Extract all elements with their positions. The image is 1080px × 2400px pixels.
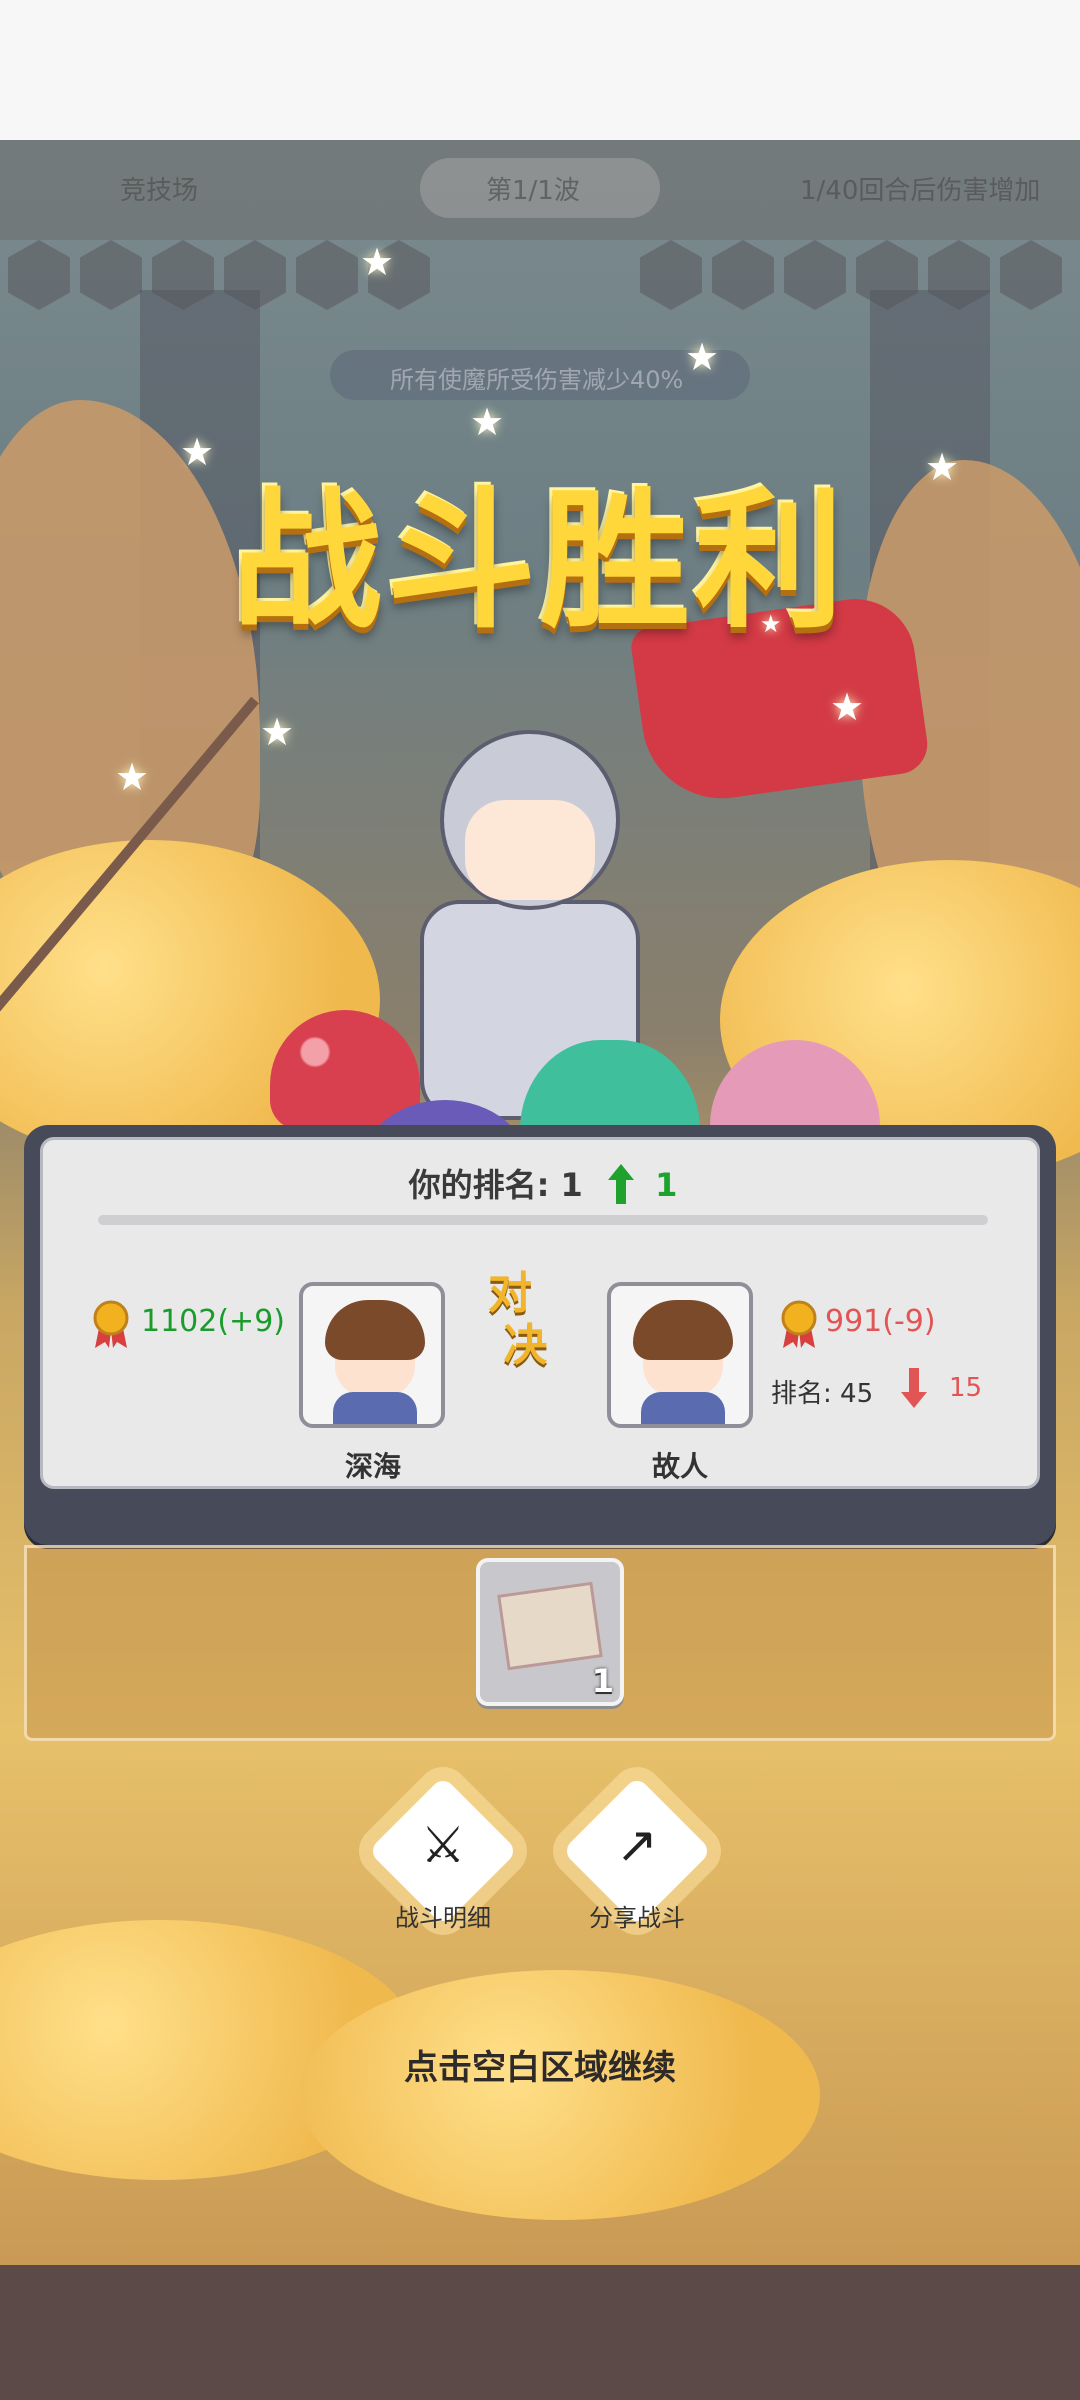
ranking-line: 你的排名: 1 1 bbox=[43, 1160, 1043, 1206]
reward-quantity: 1 bbox=[591, 1662, 614, 1700]
player-name: 深海 bbox=[344, 1450, 401, 1483]
continue-hint[interactable]: 点击空白区域继续 bbox=[0, 2040, 1080, 2089]
round-warning: 1/40回合后伤害增加 bbox=[800, 176, 1041, 206]
treasure-map-icon bbox=[497, 1581, 603, 1671]
wave-label: 第1/1波 bbox=[486, 176, 580, 206]
rank-up-icon bbox=[607, 1164, 634, 1204]
crossed-swords-icon: ⚔ bbox=[420, 1816, 466, 1874]
ranking-label: 你的排名: 1 bbox=[408, 1166, 583, 1204]
versus-label: 对 决 bbox=[488, 1268, 548, 1371]
gold-pile-bottom-center bbox=[300, 1970, 820, 2220]
rank-change: 1 bbox=[655, 1166, 678, 1204]
rank-down-icon bbox=[901, 1368, 927, 1408]
star-icon: ★ bbox=[685, 335, 720, 379]
share-battle-label: 分享战斗 bbox=[589, 1904, 685, 1932]
arena-top-bar: 竞技场 第1/1波 1/40回合后伤害增加 bbox=[0, 140, 1080, 240]
battle-detail-label: 战斗明细 bbox=[395, 1904, 491, 1932]
player-score: 1102(+9) bbox=[141, 1304, 285, 1339]
reward-item[interactable]: 1 bbox=[476, 1558, 624, 1706]
opponent-rank: 排名: 45 bbox=[771, 1379, 874, 1409]
victory-title: 战斗胜利 bbox=[231, 475, 848, 649]
ranking-card: 你的排名: 1 1 1102(+9) 深海 对 决 故人 991(-9) 排名:… bbox=[40, 1137, 1040, 1489]
star-icon: ★ bbox=[260, 710, 295, 754]
medal-icon bbox=[781, 1300, 817, 1348]
buff-text: 所有使魔所受伤害减少40% bbox=[390, 366, 684, 394]
opponent-name: 故人 bbox=[651, 1450, 708, 1483]
star-icon: ★ bbox=[360, 240, 395, 284]
star-icon: ★ bbox=[830, 685, 865, 729]
star-icon: ★ bbox=[115, 755, 150, 799]
star-icon: ★ bbox=[760, 610, 782, 638]
enemy-slots bbox=[640, 240, 1062, 320]
share-icon: ↗ bbox=[616, 1816, 658, 1874]
star-icon: ★ bbox=[180, 430, 215, 474]
opponent-rank-drop: 15 bbox=[949, 1373, 983, 1403]
opponent-avatar[interactable] bbox=[607, 1282, 753, 1428]
status-bar bbox=[0, 0, 1080, 140]
arena-label: 竞技场 bbox=[120, 176, 199, 206]
star-icon: ★ bbox=[470, 400, 505, 444]
share-battle-button[interactable]: ↗ 分享战斗 bbox=[562, 1776, 712, 1940]
divider bbox=[98, 1215, 988, 1225]
opponent-score: 991(-9) bbox=[825, 1304, 936, 1339]
battle-detail-button[interactable]: ⚔ 战斗明细 bbox=[368, 1776, 518, 1940]
medal-icon bbox=[93, 1300, 129, 1348]
player-avatar[interactable] bbox=[299, 1282, 445, 1428]
star-icon: ★ bbox=[925, 445, 960, 489]
